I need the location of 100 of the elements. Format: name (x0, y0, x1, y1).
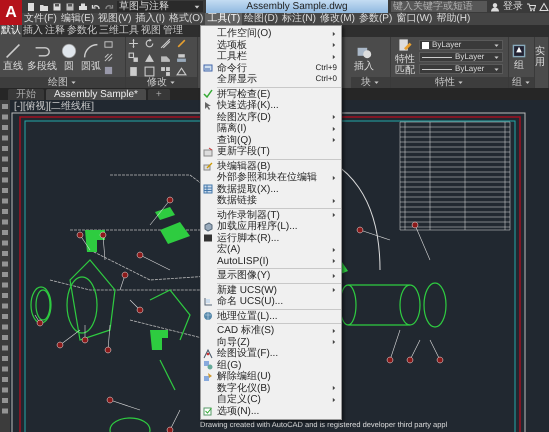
menu-item[interactable]: 解除编组(U) (201, 371, 341, 382)
menu-item[interactable]: 向导(Z) (201, 336, 341, 348)
move-icon[interactable] (128, 38, 139, 48)
menu-item[interactable]: 命令行 Ctrl+9 (201, 62, 341, 74)
caret-icon[interactable] (169, 79, 176, 86)
match-properties-button[interactable]: 特性匹配 (393, 38, 417, 76)
menu-bar-item[interactable]: 插入(I) (133, 13, 167, 25)
ribbon-tab[interactable]: 三维工具 (98, 25, 140, 37)
save-icon[interactable] (65, 2, 75, 12)
menu-bar-item[interactable]: 绘图(D) (242, 13, 280, 25)
workspace-dropdown[interactable]: 草图与注释 (117, 1, 203, 12)
caret-icon[interactable] (457, 79, 464, 86)
menu-bar-item[interactable]: 参数(P) (356, 13, 394, 25)
menu-item[interactable]: 拼写检查(E) (201, 88, 341, 100)
menu-item[interactable]: 选项(N)... (201, 406, 341, 417)
draw-tool-button[interactable]: 圆弧 (80, 42, 102, 72)
pencil-icon[interactable] (176, 38, 187, 48)
menu-item[interactable]: 数字化仪(B) (201, 382, 341, 394)
user-icon[interactable] (490, 2, 500, 12)
menu-item[interactable]: 快速选择(K)... (201, 100, 341, 112)
mirror-icon[interactable] (144, 52, 155, 62)
rotate-icon[interactable] (144, 38, 155, 48)
menu-item[interactable]: 查询(Q) (201, 134, 341, 146)
callout-balloon (430, 340, 444, 364)
print-icon[interactable] (78, 2, 88, 12)
cart-icon[interactable] (526, 2, 536, 12)
menu-bar-item[interactable]: 视图(V) (96, 13, 134, 25)
menu-item[interactable]: 绘图次序(D) (201, 112, 341, 123)
menu-item[interactable]: 更新字段(T) (201, 146, 341, 158)
ribbon-tab[interactable]: 插入 (22, 25, 44, 37)
insert-block-button[interactable]: 插入 (353, 42, 375, 72)
triangle-icon[interactable] (176, 66, 187, 76)
menu-bar-item[interactable]: 格式(O) (166, 13, 206, 25)
menu-item[interactable]: 全屏显示 Ctrl+0 (201, 74, 341, 86)
caret-icon[interactable] (373, 79, 380, 86)
menu-item[interactable]: 工具栏 (201, 51, 341, 62)
shortcut-label: Ctrl+9 (315, 64, 337, 73)
menu-item[interactable]: 数据提取(X)... (201, 184, 341, 195)
menu-item[interactable]: 组(G) (201, 360, 341, 371)
hatch-icon[interactable] (104, 52, 113, 62)
menu-item[interactable]: 宏(A) (201, 244, 341, 256)
document-tab[interactable]: Assembly Sample* (46, 89, 146, 100)
menu-item[interactable]: 动作录制器(T) (201, 210, 341, 221)
menu-item[interactable]: AutoLISP(I) (201, 256, 341, 267)
menu-bar-item[interactable]: 帮助(H) (434, 13, 472, 25)
draw-tool-button[interactable]: 直线 (2, 42, 24, 72)
copy-icon[interactable] (128, 52, 139, 62)
trim-icon[interactable] (160, 38, 171, 48)
menu-item[interactable]: 外部参照和块在位编辑 (201, 172, 341, 184)
panel-label[interactable]: 绘图 (48, 77, 68, 88)
ribbon-tab[interactable]: 视图 (140, 25, 162, 37)
menu-item[interactable]: 绘图设置(F)... (201, 348, 341, 360)
menu-item[interactable]: 新建 UCS(W) (201, 284, 341, 296)
caret-icon[interactable] (524, 79, 531, 86)
menu-item[interactable]: 数据链接 (201, 195, 341, 206)
sign-in-link[interactable]: 登录 (503, 1, 523, 12)
menu-item[interactable]: 运行脚本(R)... (201, 232, 341, 244)
menu-bar-item[interactable]: 标注(N) (280, 13, 318, 25)
app-logo[interactable]: A (0, 0, 22, 25)
grid-icon[interactable] (160, 66, 171, 76)
menu-item[interactable]: 块编辑器(B) (201, 160, 341, 172)
ribbon-tab[interactable]: 默认 (0, 25, 22, 37)
ribbon-tab[interactable]: 参数化 (66, 25, 98, 37)
new-tab-button[interactable]: + (148, 89, 170, 100)
menu-item[interactable]: 隔离(I) (201, 123, 341, 134)
ribbon-tab[interactable]: 注释 (44, 25, 66, 37)
new-file-icon[interactable] (26, 2, 36, 12)
property-dropdown[interactable]: ByLayer (419, 40, 503, 50)
panel-label[interactable]: 特性 (435, 77, 455, 88)
panel-button[interactable]: 实用 (535, 46, 548, 68)
menu-bar-item[interactable]: 修改(M) (318, 13, 357, 25)
menu-bar-item[interactable]: 文件(F) (22, 13, 59, 25)
tool-palette-drawing[interactable] (0, 100, 10, 432)
draw-tool-button[interactable]: 圆 (60, 42, 78, 72)
gradient-icon[interactable] (104, 66, 113, 74)
property-dropdown[interactable]: ByLayer (419, 64, 503, 74)
menu-bar-item[interactable]: 编辑(E) (58, 13, 96, 25)
triangle-icon[interactable] (539, 2, 549, 12)
menu-bar-item[interactable]: 工具(T) (205, 13, 242, 25)
draw-tool-button[interactable]: 多段线 (26, 42, 58, 72)
array-icon[interactable] (176, 52, 187, 62)
menu-item[interactable]: 地理位置(L)... (201, 310, 341, 322)
menu-bar-item[interactable]: 窗口(W) (394, 13, 434, 25)
menu-item[interactable]: 加载应用程序(L)... (201, 221, 341, 232)
menu-item[interactable]: 命名 UCS(U)... (201, 296, 341, 308)
menu-item[interactable]: CAD 标准(S) (201, 325, 341, 336)
menu-item[interactable]: 显示图像(Y) (201, 270, 341, 282)
document-icon[interactable] (128, 66, 139, 76)
property-dropdown[interactable]: ByLayer (419, 52, 503, 62)
menu-item[interactable]: 选项板 (201, 40, 341, 51)
rectangle-icon[interactable] (144, 66, 155, 76)
viewport-controls[interactable]: [-][俯视][二维线框] (14, 101, 94, 112)
ribbon-tab[interactable]: 管理 (162, 25, 184, 37)
group-button[interactable]: 组 (511, 44, 527, 70)
document-tab[interactable]: 开始 (8, 89, 44, 100)
caret-icon[interactable] (70, 79, 77, 86)
rectangle-icon[interactable] (104, 40, 113, 48)
menu-item[interactable]: 工作空间(O) (201, 28, 341, 40)
menu-item[interactable]: 自定义(C) (201, 394, 341, 406)
save-icon[interactable] (52, 2, 62, 12)
